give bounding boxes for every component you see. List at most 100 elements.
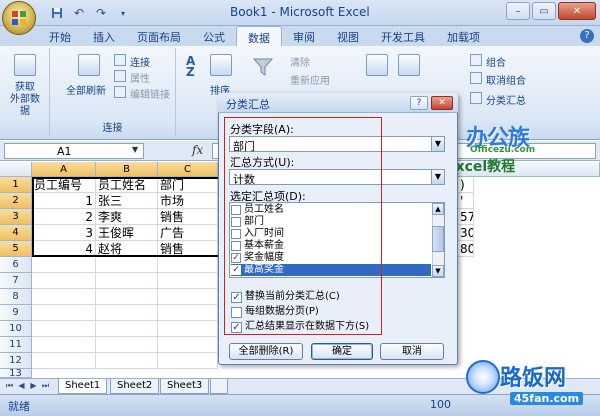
cell-empty[interactable] (158, 321, 218, 337)
sheet-tab-sheet3[interactable]: Sheet3 (160, 379, 210, 394)
properties-label[interactable]: 属性 (130, 70, 150, 85)
cell-empty[interactable] (32, 321, 96, 337)
row-header-1[interactable]: 1 (0, 177, 32, 193)
scroll-down-icon[interactable]: ▼ (432, 265, 444, 277)
checkbox-icon[interactable] (231, 241, 241, 251)
cell-partial[interactable]: ) (458, 177, 474, 193)
cell-empty[interactable] (96, 305, 158, 321)
cell-partial[interactable]: ' (458, 193, 474, 209)
cell-b3[interactable]: 李爽 (96, 209, 158, 225)
cell-empty[interactable] (32, 289, 96, 305)
row-header-10[interactable]: 10 (0, 321, 32, 337)
tab-formulas[interactable]: 公式 (192, 26, 236, 46)
cell-a5[interactable]: 4 (32, 241, 96, 257)
list-item[interactable]: 基本薪金 (231, 240, 431, 252)
scroll-thumb[interactable] (432, 226, 444, 252)
refresh-all-icon[interactable] (78, 54, 100, 76)
group-by-select[interactable]: 部门 (229, 136, 445, 153)
checkbox-icon[interactable] (231, 307, 242, 318)
close-button[interactable]: ✕ (558, 2, 596, 20)
cell-empty[interactable] (32, 337, 96, 353)
get-external-data-icon[interactable] (14, 54, 36, 76)
cell-partial[interactable]: 80 (458, 241, 474, 257)
row-header-2[interactable]: 2 (0, 193, 32, 209)
cell-c3[interactable]: 销售 (158, 209, 218, 225)
help-icon[interactable]: ? (580, 29, 594, 43)
split-icon[interactable] (366, 54, 388, 76)
cell-a1[interactable]: 员工编号 (32, 177, 96, 193)
row-header-11[interactable]: 11 (0, 337, 32, 353)
row-header-3[interactable]: 3 (0, 209, 32, 225)
customize-qat-icon[interactable]: ▾ (114, 4, 132, 22)
tab-view[interactable]: 视图 (326, 26, 370, 46)
cell-c1[interactable]: 部门 (158, 177, 218, 193)
tab-page-layout[interactable]: 页面布局 (126, 26, 192, 46)
subtotal-label[interactable]: 分类汇总 (486, 92, 526, 107)
tab-add-ins[interactable]: 加载项 (436, 26, 491, 46)
insert-sheet-icon[interactable] (210, 379, 228, 394)
column-header-b[interactable]: B (96, 162, 158, 177)
cell-empty[interactable] (158, 273, 218, 289)
sheet-tab-sheet1[interactable]: Sheet1 (58, 379, 108, 394)
cell-partial[interactable]: 30 (458, 225, 474, 241)
sort-az-icon[interactable]: AZ (186, 55, 195, 78)
row-header-8[interactable]: 8 (0, 289, 32, 305)
cell-empty[interactable] (158, 305, 218, 321)
tab-data[interactable]: 数据 (236, 26, 282, 46)
next-sheet-icon[interactable]: ▶ (28, 380, 39, 392)
get-external-data-label[interactable]: 获取 外部数据 (10, 82, 40, 118)
row-header-13[interactable]: 13 (0, 369, 32, 378)
cell-c4[interactable]: 广告 (158, 225, 218, 241)
column-header-c[interactable]: C (158, 162, 218, 177)
restore-button[interactable]: ▭ (532, 2, 556, 20)
cell-empty[interactable] (96, 289, 158, 305)
dialog-help-icon[interactable]: ? (410, 96, 428, 110)
row-header-4[interactable]: 4 (0, 225, 32, 241)
cell-b1[interactable]: 员工姓名 (96, 177, 158, 193)
redo-icon[interactable]: ↷ (92, 4, 110, 22)
tab-home[interactable]: 开始 (38, 26, 82, 46)
cell-empty[interactable] (158, 353, 218, 369)
remove-all-button[interactable]: 全部删除(R) (229, 343, 303, 360)
sort-icon[interactable] (210, 54, 232, 76)
cell-empty[interactable] (158, 337, 218, 353)
checkbox-icon[interactable] (231, 229, 241, 239)
zoom-level[interactable]: 100 (430, 398, 451, 411)
row-header-5[interactable]: 5 (0, 241, 32, 257)
name-box-dropdown-icon[interactable]: ▼ (132, 145, 138, 154)
ok-button[interactable]: 确定 (311, 343, 373, 360)
group-label[interactable]: 组合 (486, 54, 506, 69)
refresh-all-label[interactable]: 全部刷新 (66, 82, 106, 97)
checkbox-icon[interactable]: ✓ (231, 265, 241, 275)
cell-a3[interactable]: 2 (32, 209, 96, 225)
sheet-tab-sheet2[interactable]: Sheet2 (110, 379, 160, 394)
cell-empty[interactable] (32, 305, 96, 321)
row-header-7[interactable]: 7 (0, 273, 32, 289)
last-sheet-icon[interactable]: ⏭ (40, 380, 51, 392)
prev-sheet-icon[interactable]: ◀ (16, 380, 27, 392)
cell-empty[interactable] (32, 257, 96, 273)
column-header-a[interactable]: A (32, 162, 96, 177)
cell-empty[interactable] (158, 257, 218, 273)
tab-insert[interactable]: 插入 (82, 26, 126, 46)
checkbox-icon[interactable]: ✓ (231, 253, 241, 263)
connections-label[interactable]: 连接 (130, 54, 150, 69)
cell-empty[interactable] (158, 289, 218, 305)
checkbox-icon[interactable]: ✓ (231, 292, 242, 303)
office-button[interactable] (2, 1, 36, 35)
reapply-label[interactable]: 重新应用 (290, 72, 330, 87)
cell-partial[interactable]: 57 (458, 209, 474, 225)
group-by-dropdown-icon[interactable]: ▼ (431, 137, 444, 151)
cell-a2[interactable]: 1 (32, 193, 96, 209)
cell-empty[interactable] (32, 353, 96, 369)
summary-below-option[interactable]: ✓ 汇总结果显示在数据下方(S) (231, 320, 369, 334)
edit-links-label[interactable]: 编辑链接 (130, 86, 170, 101)
tab-review[interactable]: 审阅 (282, 26, 326, 46)
list-item[interactable]: 部门 (231, 216, 431, 228)
cell-b4[interactable]: 王俊晖 (96, 225, 158, 241)
tab-developer[interactable]: 开发工具 (370, 26, 436, 46)
save-icon[interactable] (48, 4, 66, 22)
list-item[interactable]: 员工姓名 (231, 204, 431, 216)
row-header-9[interactable]: 9 (0, 305, 32, 321)
page-break-option[interactable]: 每组数据分页(P) (231, 305, 319, 319)
